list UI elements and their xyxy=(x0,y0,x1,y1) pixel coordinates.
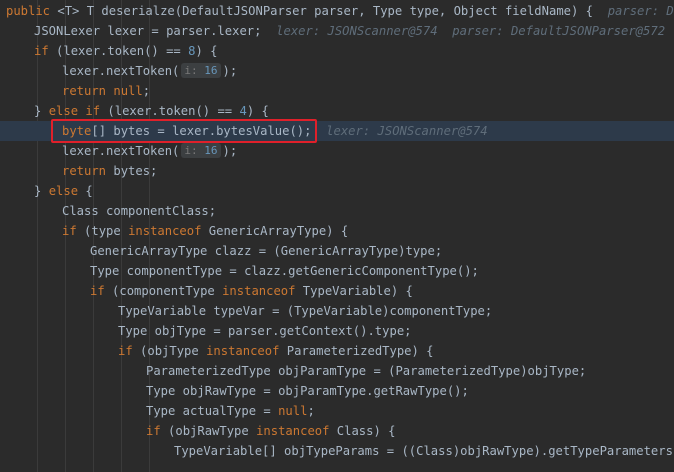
parameter-hint-value: 16 xyxy=(197,64,218,77)
code-token: ) { xyxy=(246,104,269,118)
code-line[interactable]: if (componentType instanceof TypeVariabl… xyxy=(0,281,674,301)
code-line[interactable]: } else { xyxy=(0,181,674,201)
code-token: (objRawType xyxy=(160,424,257,438)
code-line[interactable]: Type componentType = clazz.getGenericCom… xyxy=(0,261,674,281)
parameter-hint-label: i: xyxy=(184,144,198,157)
code-token: bytes; xyxy=(106,164,158,178)
code-token: (type xyxy=(76,224,129,238)
code-token: Type actualType = xyxy=(146,404,279,418)
code-token: TypeVariable) { xyxy=(295,284,413,298)
code-line[interactable]: Type actualType = null; xyxy=(0,401,674,421)
code-token: ; xyxy=(142,84,151,98)
code-line[interactable]: lexer.nextToken(i: 16); xyxy=(0,141,674,161)
code-line[interactable]: lexer.nextToken(i: 16); xyxy=(0,61,674,81)
code-token: } xyxy=(34,184,49,198)
code-token: TypeVariable typeVar = (TypeVariable)com… xyxy=(118,304,493,318)
code-line[interactable]: return null; xyxy=(0,81,674,101)
code-token: if xyxy=(34,44,49,58)
code-line[interactable]: if (objType instanceof ParameterizedType… xyxy=(0,341,674,361)
code-line[interactable]: public <T> T deserialze(DefaultJSONParse… xyxy=(0,1,674,21)
code-token: instanceof xyxy=(128,224,202,238)
code-token: 4 xyxy=(239,104,247,118)
parameter-hint-label: i: xyxy=(184,64,198,77)
code-line[interactable]: if (type instanceof GenericArrayType) { xyxy=(0,221,674,241)
code-token: JSONLexer lexer = parser.lexer; xyxy=(34,24,277,38)
code-token: (lexer.token() == xyxy=(100,104,240,118)
code-line[interactable]: if (lexer.token() == 8) { xyxy=(0,41,674,61)
code-token: <T> T deserialze(DefaultJSONParser parse… xyxy=(50,4,608,18)
code-token: public xyxy=(6,4,51,18)
code-token: Class) { xyxy=(329,424,396,438)
code-token: else if xyxy=(48,104,101,118)
code-line[interactable]: GenericArrayType clazz = (GenericArrayTy… xyxy=(0,241,674,261)
code-token: if xyxy=(90,284,105,298)
code-line[interactable]: } else if (lexer.token() == 4) { xyxy=(0,101,674,121)
code-line[interactable]: if (objRawType instanceof Class) { xyxy=(0,421,674,441)
code-line[interactable]: JSONLexer lexer = parser.lexer; lexer: J… xyxy=(0,21,674,41)
code-token: ); xyxy=(222,144,238,158)
code-token: instanceof xyxy=(222,284,296,298)
code-token: (componentType xyxy=(104,284,223,298)
parameter-hint: i: 16 xyxy=(181,63,221,78)
code-line[interactable]: Class componentClass; xyxy=(0,201,674,221)
code-line[interactable]: Type objRawType = objParamType.getRawTyp… xyxy=(0,381,674,401)
code-token: ; xyxy=(307,404,315,418)
code-line[interactable]: ParameterizedType objParamType = (Parame… xyxy=(0,361,674,381)
code-line[interactable]: return bytes; xyxy=(0,161,674,181)
code-line[interactable]: TypeVariable[] objTypeParams = ((Class)o… xyxy=(0,441,674,461)
inline-debug-value: lexer: JSONScanner@574 parser: DefaultJS… xyxy=(276,24,666,38)
code-token: Type objRawType = objParamType.getRawTyp… xyxy=(146,384,469,398)
code-token: { xyxy=(78,184,93,198)
code-line[interactable]: TypeVariable typeVar = (TypeVariable)com… xyxy=(0,301,674,321)
parameter-hint-value: 16 xyxy=(197,144,218,157)
code-token: Type componentType = clazz.getGenericCom… xyxy=(90,264,479,278)
code-token: instanceof xyxy=(256,424,330,438)
code-token: ); xyxy=(222,64,238,78)
code-token: if xyxy=(118,344,133,358)
code-token: null xyxy=(278,404,308,418)
code-token: else xyxy=(48,184,79,198)
code-token: lexer.nextToken( xyxy=(62,144,180,158)
code-token: instanceof xyxy=(206,344,280,358)
code-token: Type objType = parser.getContext().type; xyxy=(118,324,412,338)
code-token: ParameterizedType) { xyxy=(279,344,434,358)
inline-debug-value: parser: Default xyxy=(607,4,674,18)
code-token: lexer.nextToken( xyxy=(62,64,180,78)
code-token: } xyxy=(34,104,49,118)
code-token: return xyxy=(62,164,107,178)
code-editor[interactable]: public <T> T deserialze(DefaultJSONParse… xyxy=(0,0,674,472)
parameter-hint: i: 16 xyxy=(181,143,221,158)
code-token: ) { xyxy=(195,44,218,58)
code-token: TypeVariable[] objTypeParams = ((Class)o… xyxy=(174,444,674,458)
highlight-annotation-box xyxy=(51,119,317,143)
code-token: if xyxy=(62,224,77,238)
code-token: GenericArrayType clazz = (GenericArrayTy… xyxy=(90,244,443,258)
code-token: (objType xyxy=(132,344,207,358)
code-token: return null xyxy=(62,84,143,98)
inline-debug-value: lexer: JSONScanner@574 xyxy=(326,124,488,138)
code-token: ParameterizedType objParamType = (Parame… xyxy=(146,364,587,378)
code-token: (lexer.token() == xyxy=(48,44,189,58)
code-token: GenericArrayType) { xyxy=(201,224,349,238)
code-line[interactable]: Type objType = parser.getContext().type; xyxy=(0,321,674,341)
code-token: Class componentClass; xyxy=(62,204,217,218)
code-token: if xyxy=(146,424,161,438)
